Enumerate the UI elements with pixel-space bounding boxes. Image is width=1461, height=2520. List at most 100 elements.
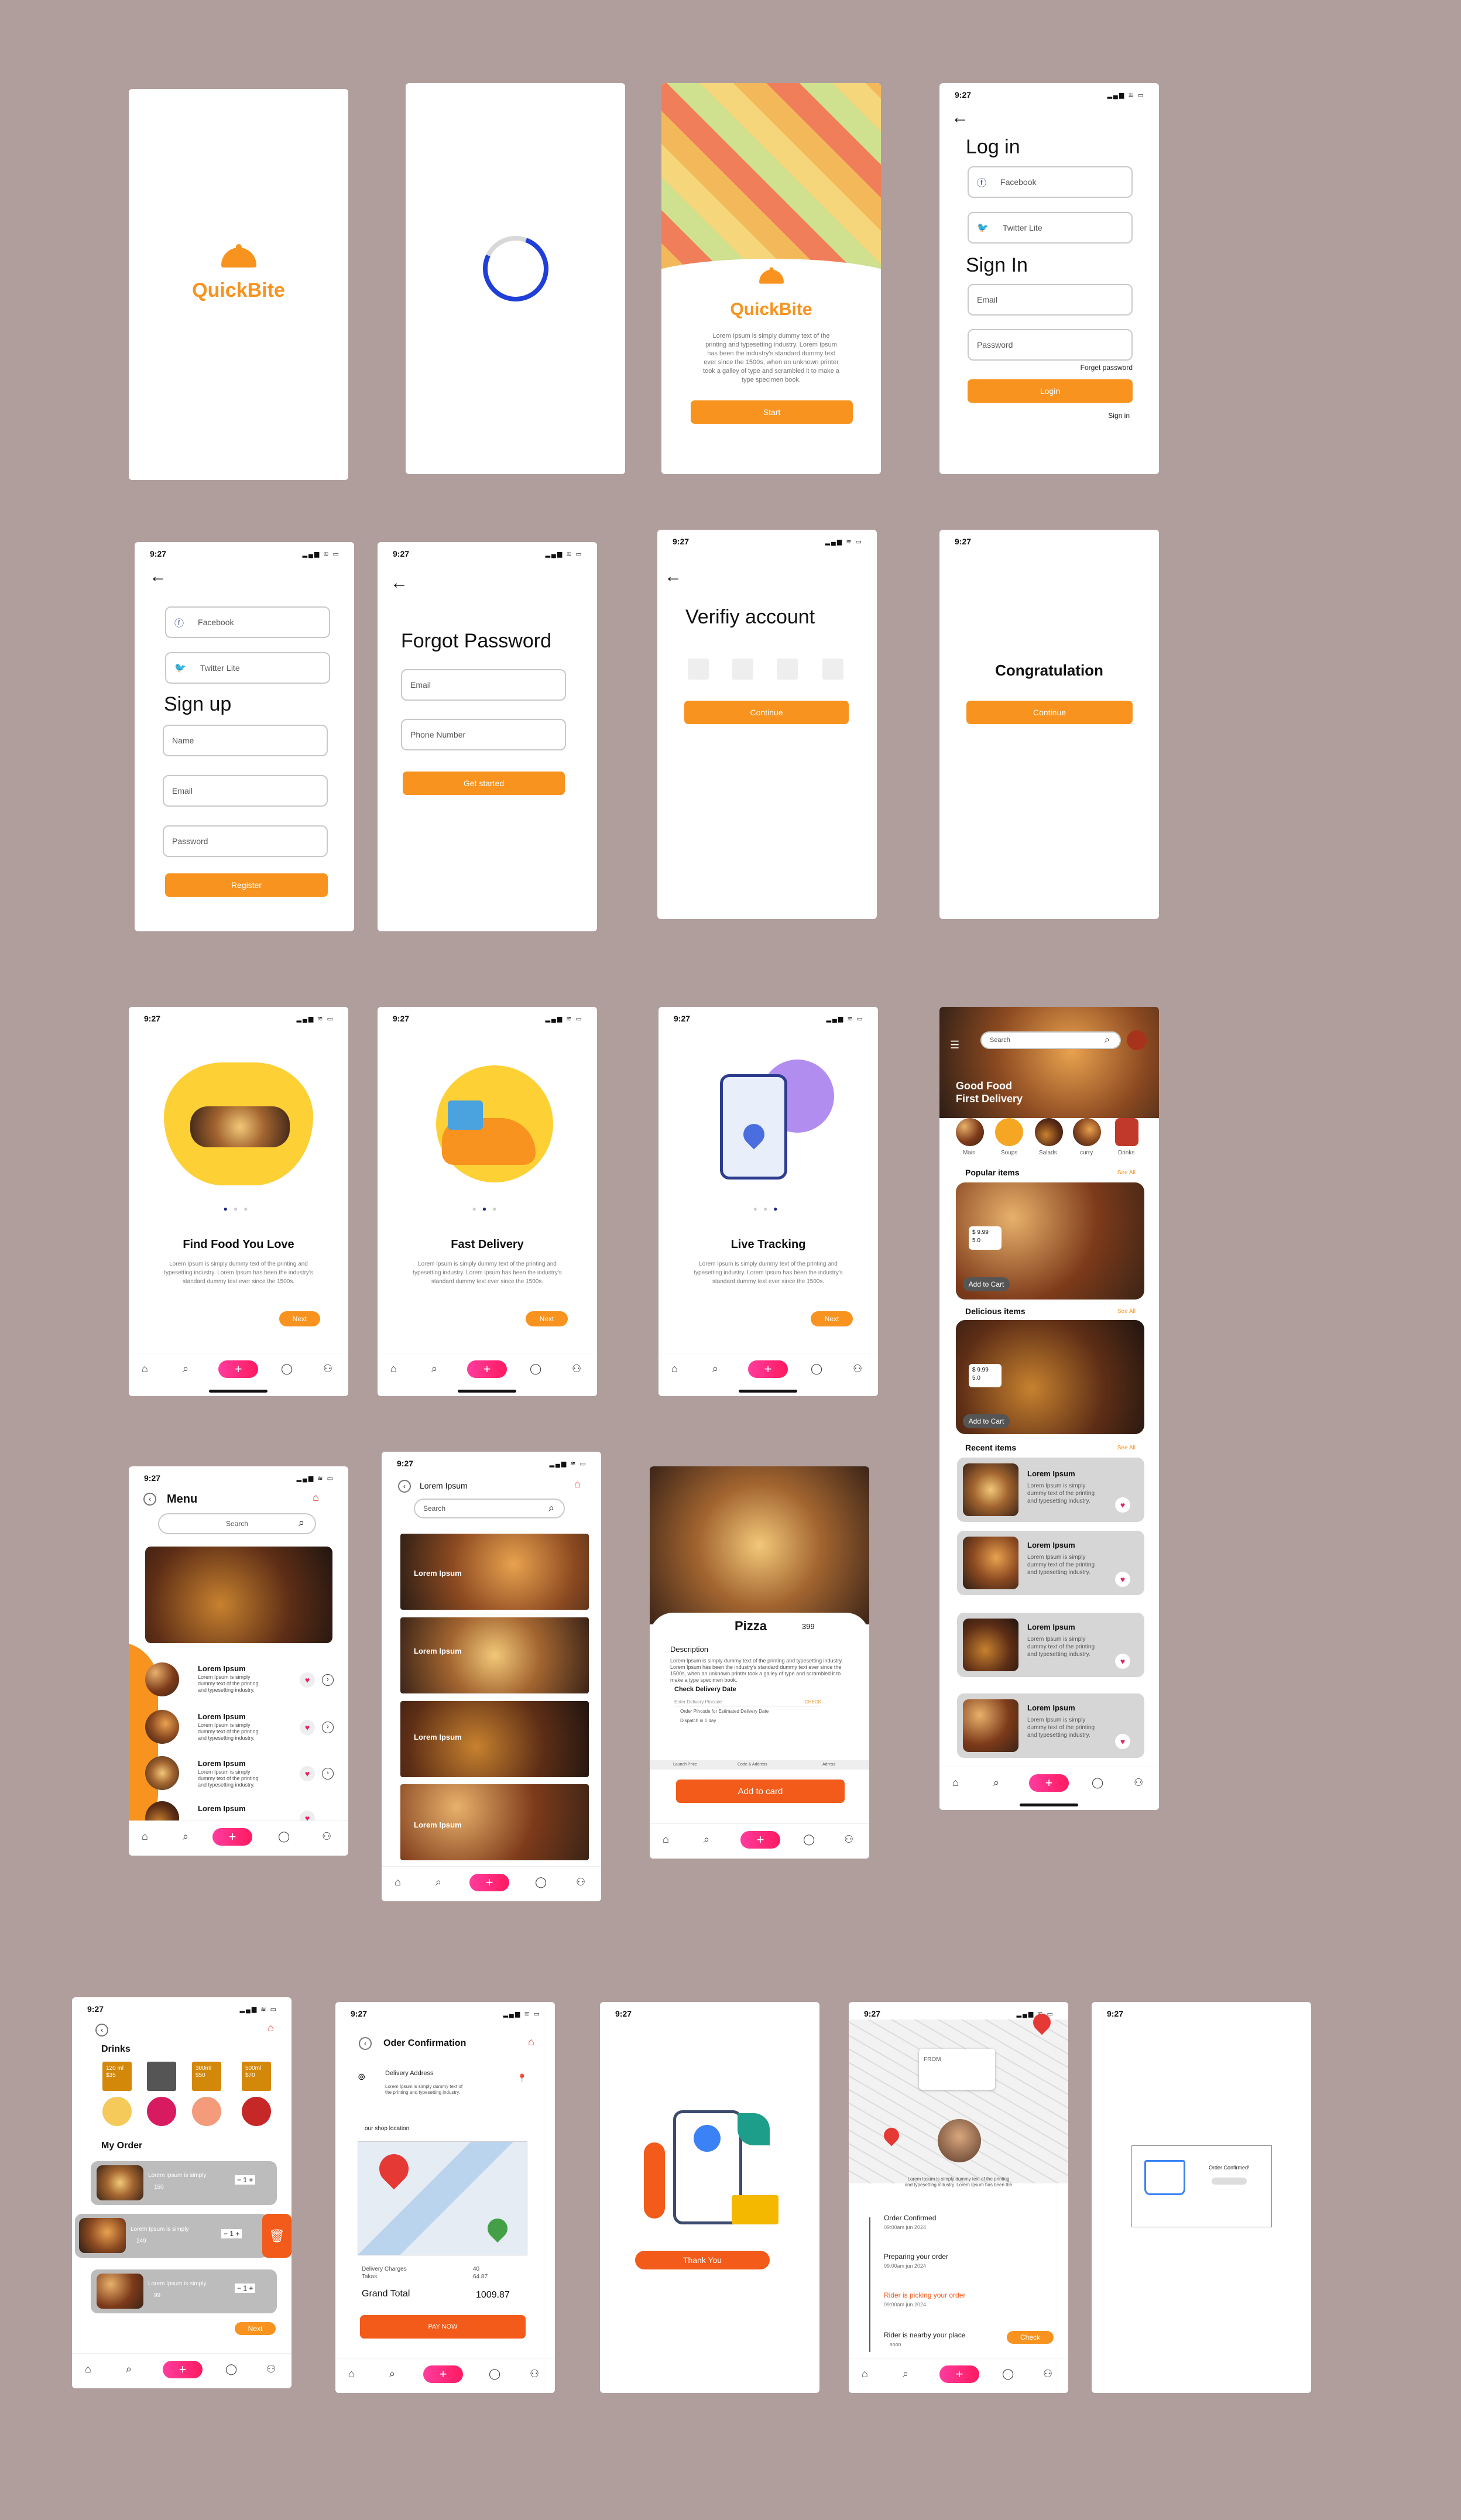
pincode-input[interactable]: Enter Delivery Pincode xyxy=(674,1698,821,1706)
code-box-3[interactable] xyxy=(777,659,798,680)
add-button[interactable]: + xyxy=(467,1360,507,1378)
category-drinks[interactable] xyxy=(1115,1118,1138,1146)
email-field[interactable]: Email xyxy=(968,284,1133,316)
tab-address[interactable]: Adress xyxy=(822,1763,835,1767)
search-icon[interactable]: ⌕ xyxy=(548,1502,554,1514)
tab-launch-price[interactable]: Launch Price xyxy=(673,1763,697,1767)
code-box-4[interactable] xyxy=(822,659,843,680)
search-icon[interactable]: ⌕ xyxy=(704,1833,709,1846)
add-button[interactable]: + xyxy=(423,2365,463,2383)
back-arrow-icon[interactable]: ← xyxy=(149,568,167,585)
quantity-stepper[interactable]: − 1 + xyxy=(221,2229,242,2238)
profile-icon[interactable]: ⚇ xyxy=(323,1363,332,1375)
list-item-image[interactable] xyxy=(400,1617,589,1693)
cloche-badge-icon[interactable]: ⌂ xyxy=(267,2022,274,2034)
profile-icon[interactable]: ⚇ xyxy=(322,1830,331,1843)
back-circle-icon[interactable]: ‹ xyxy=(143,1493,156,1506)
search-icon[interactable]: ⌕ xyxy=(389,2368,395,2380)
search-icon[interactable]: ⌕ xyxy=(1105,1035,1110,1045)
cloche-badge-icon[interactable]: ⌂ xyxy=(528,2036,534,2048)
search-icon[interactable]: ⌕ xyxy=(299,1517,304,1529)
profile-icon[interactable]: ⚇ xyxy=(844,1833,853,1846)
category-main[interactable] xyxy=(956,1118,984,1146)
forgot-password-link[interactable]: Forget password xyxy=(1081,364,1133,372)
add-button[interactable]: + xyxy=(218,1360,258,1378)
home-icon[interactable]: ⌂ xyxy=(395,1876,401,1888)
favorite-heart-icon[interactable]: ♥ xyxy=(300,1672,315,1688)
profile-icon[interactable]: ⚇ xyxy=(266,2363,276,2375)
arrow-circle-icon[interactable]: › xyxy=(322,1768,334,1780)
profile-icon[interactable]: ⚇ xyxy=(530,2368,539,2380)
continue-button[interactable]: Continue xyxy=(684,701,849,724)
delete-trash-icon[interactable]: 🗑 xyxy=(262,2214,291,2258)
menu-icon[interactable]: ☰ xyxy=(950,1039,959,1051)
next-button[interactable]: Next xyxy=(526,1311,568,1326)
phone-field[interactable]: Phone Number xyxy=(401,719,566,750)
favorite-heart-icon[interactable]: ♥ xyxy=(1115,1497,1130,1513)
chat-icon[interactable]: ◯ xyxy=(535,1876,547,1888)
signin-link[interactable]: Sign in xyxy=(1108,412,1130,420)
cloche-badge-icon[interactable]: ⌂ xyxy=(574,1478,581,1490)
check-button[interactable]: Check xyxy=(1007,2331,1054,2344)
chat-icon[interactable]: ◯ xyxy=(803,1833,815,1846)
search-icon[interactable]: ⌕ xyxy=(431,1363,437,1375)
favorite-heart-icon[interactable]: ♥ xyxy=(1115,1572,1130,1587)
facebook-button[interactable]: ⓕ Facebook xyxy=(968,166,1133,198)
favorite-heart-icon[interactable]: ♥ xyxy=(300,1720,315,1735)
back-arrow-icon[interactable]: ← xyxy=(951,109,969,126)
email-field[interactable]: Email xyxy=(163,775,328,807)
back-arrow-icon[interactable]: ← xyxy=(390,574,408,592)
email-field[interactable]: Email xyxy=(401,669,566,701)
chat-icon[interactable]: ◯ xyxy=(281,1363,293,1375)
chat-icon[interactable]: ◯ xyxy=(278,1830,290,1843)
back-arrow-icon[interactable]: ← xyxy=(664,568,682,585)
register-button[interactable]: Register xyxy=(165,873,328,897)
get-started-button[interactable]: Get started xyxy=(403,772,565,795)
drink-size-300[interactable]: 300ml $50 xyxy=(192,2062,221,2091)
search-icon[interactable]: ⌕ xyxy=(126,2363,132,2375)
check-link[interactable]: CHECK xyxy=(805,1698,821,1706)
category-soups[interactable] xyxy=(995,1118,1023,1146)
favorite-heart-icon[interactable]: ♥ xyxy=(1115,1654,1130,1669)
add-button[interactable]: + xyxy=(1029,1774,1069,1792)
search-icon[interactable]: ⌕ xyxy=(183,1363,188,1375)
arrow-circle-icon[interactable]: › xyxy=(322,1674,334,1686)
add-button[interactable]: + xyxy=(740,1831,780,1849)
cloche-badge-icon[interactable]: ⌂ xyxy=(313,1492,319,1504)
cloche-badge-icon[interactable] xyxy=(1127,1030,1147,1050)
profile-icon[interactable]: ⚇ xyxy=(572,1363,581,1375)
profile-icon[interactable]: ⚇ xyxy=(1043,2368,1052,2380)
chat-icon[interactable]: ◯ xyxy=(1092,1777,1103,1789)
favorite-heart-icon[interactable]: ♥ xyxy=(1115,1734,1130,1749)
login-button[interactable]: Login xyxy=(968,379,1133,403)
search-icon[interactable]: ⌕ xyxy=(183,1830,188,1843)
home-icon[interactable]: ⌂ xyxy=(85,2363,91,2375)
search-icon[interactable]: ⌕ xyxy=(435,1876,441,1888)
tab-code-address[interactable]: Code & Address xyxy=(738,1763,767,1767)
add-to-cart-button[interactable]: Add to Cart xyxy=(963,1277,1010,1291)
home-icon[interactable]: ⌂ xyxy=(348,2368,355,2380)
search-input[interactable]: Search xyxy=(158,1513,316,1534)
back-circle-icon[interactable]: ‹ xyxy=(95,2024,108,2036)
chat-icon[interactable]: ◯ xyxy=(1002,2368,1014,2380)
arrow-circle-icon[interactable]: › xyxy=(322,1722,334,1733)
twitter-button[interactable]: 🐦 Twitter Lite xyxy=(165,652,330,684)
drink-size-dark[interactable] xyxy=(147,2062,176,2091)
category-curry[interactable] xyxy=(1073,1118,1101,1146)
add-to-cart-button[interactable]: Add to Cart xyxy=(963,1414,1010,1428)
next-button[interactable]: Next xyxy=(279,1311,320,1326)
thank-you-button[interactable]: Thank You xyxy=(635,2251,770,2269)
chat-icon[interactable]: ◯ xyxy=(225,2363,237,2375)
home-icon[interactable]: ⌂ xyxy=(663,1833,669,1846)
home-icon[interactable]: ⌂ xyxy=(142,1363,148,1375)
start-button[interactable]: Start xyxy=(691,400,853,424)
add-button[interactable]: + xyxy=(212,1828,252,1846)
add-button[interactable]: + xyxy=(163,2361,203,2378)
profile-icon[interactable]: ⚇ xyxy=(576,1876,585,1888)
profile-icon[interactable]: ⚇ xyxy=(853,1363,862,1375)
see-all-popular-link[interactable]: See All xyxy=(1117,1170,1136,1176)
twitter-button[interactable]: 🐦 Twitter Lite xyxy=(968,212,1133,244)
favorite-heart-icon[interactable]: ♥ xyxy=(300,1766,315,1781)
search-icon[interactable]: ⌕ xyxy=(993,1777,999,1789)
add-button[interactable]: + xyxy=(469,1874,509,1891)
